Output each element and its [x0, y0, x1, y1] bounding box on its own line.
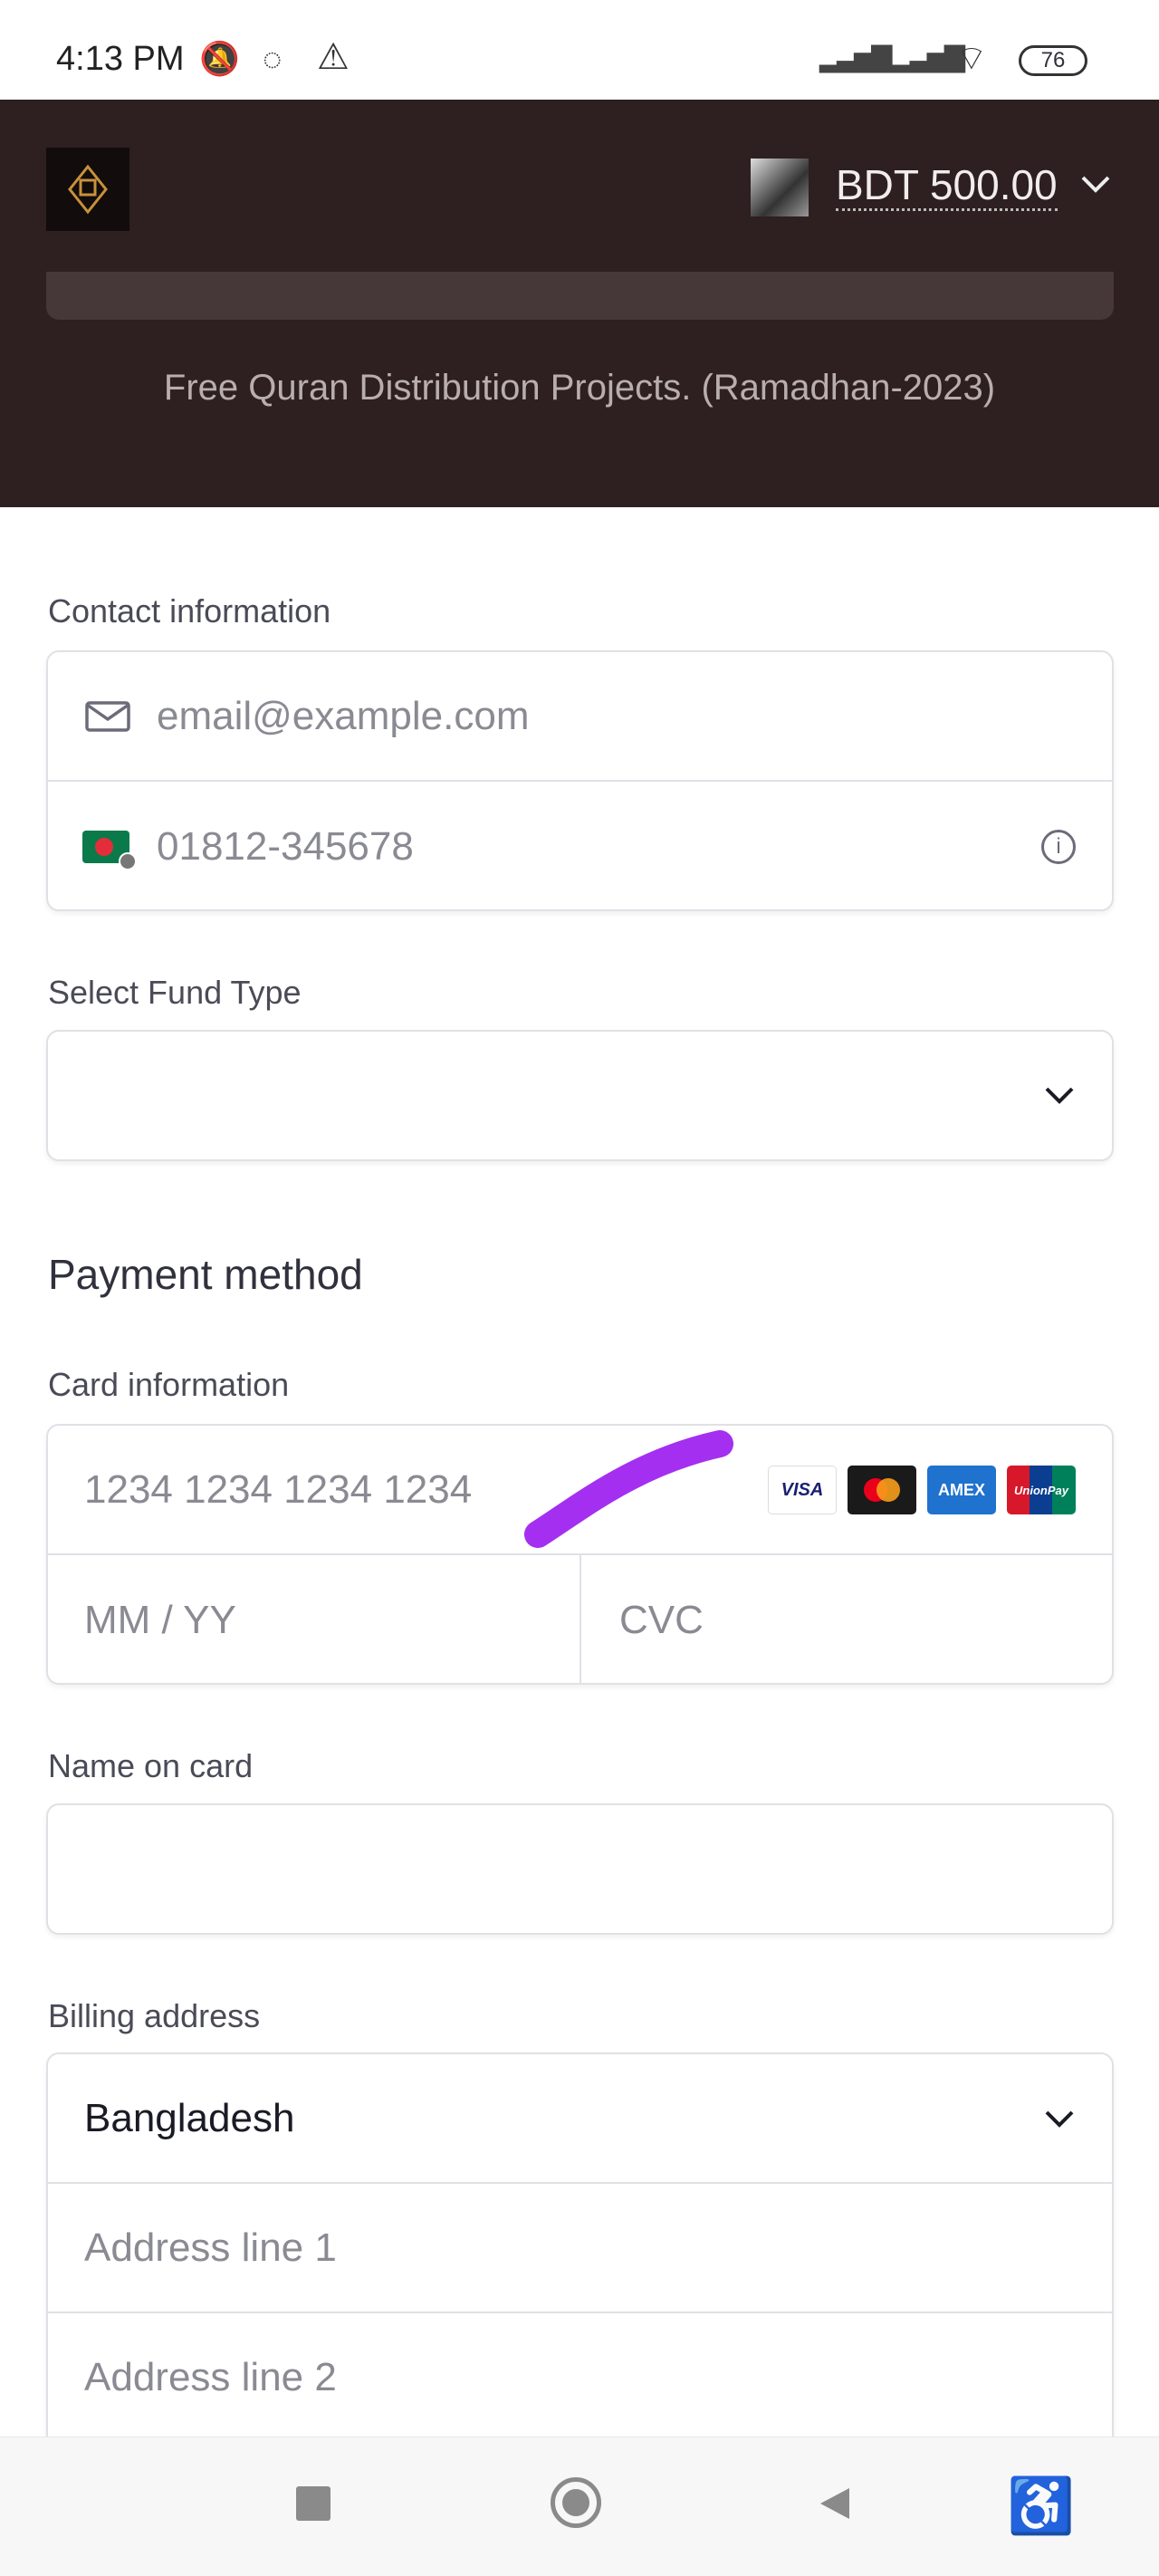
info-icon[interactable]: i — [1041, 829, 1076, 864]
home-button[interactable] — [551, 2477, 601, 2528]
order-amount[interactable]: BDT 500.00 — [836, 161, 1058, 211]
expiry-placeholder: MM / YY — [84, 1597, 236, 1642]
billing-address-label: Billing address — [48, 1997, 261, 2034]
status-bar: 4:13 PM 🔕 ◌ ⚠ ▂▃▅▇ ▂▃▅▇ ⌔ 76 — [0, 0, 1159, 100]
brand-logo[interactable] — [46, 148, 129, 231]
product-thumbnail — [751, 159, 809, 216]
contact-box: email@example.com 01812-345678 i — [46, 650, 1114, 911]
summary-bar — [46, 272, 1114, 320]
card-brands: VISA AMEX UnionPay — [768, 1466, 1076, 1514]
visa-icon: VISA — [768, 1466, 837, 1514]
battery-icon: 76 — [1019, 45, 1087, 76]
chevron-down-icon[interactable] — [1078, 170, 1114, 197]
checkout-header: BDT 500.00 Free Quran Distribution Proje… — [0, 100, 1159, 507]
name-on-card-input[interactable] — [46, 1803, 1114, 1935]
recents-button[interactable] — [296, 2486, 330, 2521]
phone-field[interactable]: 01812-345678 i — [48, 782, 1112, 911]
bangladesh-flag-icon — [82, 830, 137, 870]
mastercard-icon — [848, 1466, 916, 1514]
phone-placeholder: 01812-345678 — [157, 823, 414, 869]
cvc-placeholder: CVC — [619, 1597, 704, 1642]
email-placeholder: email@example.com — [157, 693, 530, 738]
fund-type-select[interactable] — [46, 1030, 1114, 1161]
whatsapp-icon: ◌ — [263, 40, 283, 77]
mute-icon: 🔕 — [199, 40, 240, 77]
mail-icon — [85, 700, 130, 732]
email-field[interactable]: email@example.com — [48, 652, 1112, 780]
chevron-down-icon — [1045, 1087, 1074, 1104]
accessibility-icon[interactable]: ♿ — [1007, 2474, 1075, 2538]
card-info-label: Card information — [48, 1366, 290, 1403]
address-line-1-input[interactable]: Address line 1 — [48, 2184, 1112, 2312]
contact-label: Contact information — [48, 592, 331, 630]
cvc-field[interactable]: CVC — [583, 1555, 1114, 1685]
card-number-field[interactable]: 1234 1234 1234 1234 VISA AMEX UnionPay — [48, 1426, 1112, 1553]
country-select[interactable]: Bangladesh — [48, 2054, 1112, 2182]
address-line-2-input[interactable]: Address line 2 — [48, 2313, 1112, 2441]
status-time: 4:13 PM — [56, 40, 185, 78]
signal-icon: ▂▃▅▇ ▂▃▅▇ — [819, 43, 965, 72]
back-button[interactable] — [815, 2485, 853, 2523]
chevron-down-icon — [1045, 2110, 1074, 2128]
payment-method-heading: Payment method — [48, 1251, 363, 1298]
card-number-placeholder: 1234 1234 1234 1234 — [84, 1466, 473, 1512]
unionpay-icon: UnionPay — [1007, 1466, 1076, 1514]
amex-icon: AMEX — [927, 1466, 996, 1514]
warning-icon: ⚠ — [317, 37, 350, 77]
project-description: Free Quran Distribution Projects. (Ramad… — [163, 368, 996, 408]
address-line-2-placeholder: Address line 2 — [84, 2354, 337, 2399]
android-nav-bar: ♿ — [0, 2437, 1159, 2576]
country-value: Bangladesh — [84, 2095, 295, 2140]
address-line-1-placeholder: Address line 1 — [84, 2225, 337, 2270]
wifi-icon: ⌔ — [955, 40, 988, 78]
card-info-box: 1234 1234 1234 1234 VISA AMEX UnionPay M… — [46, 1424, 1114, 1685]
name-on-card-label: Name on card — [48, 1747, 254, 1784]
expiry-field[interactable]: MM / YY — [48, 1555, 581, 1685]
fund-type-label: Select Fund Type — [48, 974, 302, 1011]
